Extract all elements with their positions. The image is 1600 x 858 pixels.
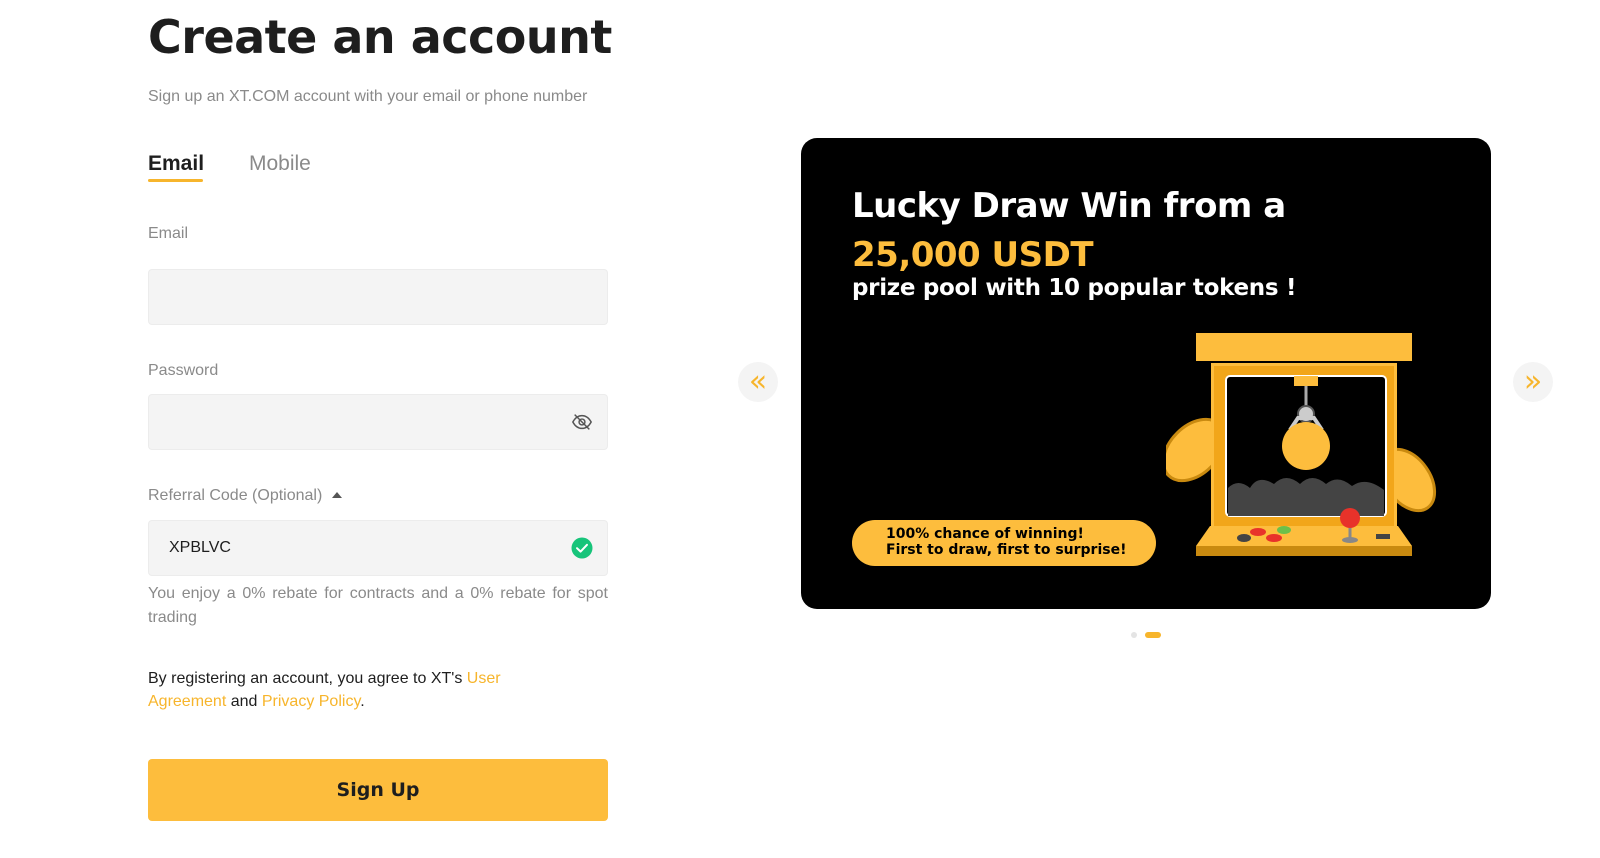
double-chevron-right-icon: » [1523, 364, 1543, 399]
carousel-dot-2-active[interactable] [1145, 632, 1161, 638]
carousel-dot-1[interactable] [1131, 632, 1137, 638]
agreement-prefix: By registering an account, you agree to … [148, 670, 467, 687]
referral-label: Referral Code (Optional) [148, 487, 323, 504]
banner-pill: 100% chance of winning! First to draw, f… [852, 520, 1156, 566]
sign-up-button[interactable]: Sign Up [148, 759, 608, 821]
promo-banner[interactable]: Lucky Draw Win from a 25,000 USDT prize … [801, 138, 1491, 609]
check-circle-icon [571, 537, 593, 559]
double-chevron-left-icon: « [748, 364, 768, 399]
banner-prize-description: prize pool with 10 popular tokens ! [852, 275, 1297, 301]
agreement-text: By registering an account, you agree to … [148, 667, 528, 713]
password-label: Password [148, 362, 219, 379]
page-subtitle: Sign up an XT.COM account with your emai… [148, 88, 588, 105]
referral-label-row: Referral Code (Optional) [148, 487, 343, 505]
carousel-next-button[interactable]: » [1513, 362, 1553, 402]
password-input[interactable] [149, 395, 569, 449]
banner-pill-line2: First to draw, first to surprise! [886, 542, 1127, 558]
banner-pill-line1: 100% chance of winning! [886, 526, 1084, 542]
rebate-text: You enjoy a 0% rebate for contracts and … [148, 585, 608, 626]
carousel-prev-button[interactable]: « [738, 362, 778, 402]
banner-headline: Lucky Draw Win from a [852, 186, 1286, 226]
referral-field-wrapper [148, 520, 608, 576]
eye-off-icon[interactable] [571, 411, 593, 433]
agreement-and: and [226, 693, 262, 710]
email-field-wrapper [148, 269, 608, 325]
claw-machine-illustration [1166, 333, 1437, 556]
privacy-policy-link[interactable]: Privacy Policy [262, 693, 360, 710]
referral-code-input[interactable] [149, 521, 569, 575]
email-label: Email [148, 225, 189, 242]
tab-mobile[interactable]: Mobile [249, 152, 311, 176]
active-tab-indicator [148, 179, 203, 182]
banner-prize-amount: 25,000 USDT [852, 235, 1094, 275]
agreement-suffix: . [360, 693, 365, 710]
page-title: Create an account [148, 10, 612, 64]
password-field-wrapper [148, 394, 608, 450]
email-input[interactable] [149, 270, 569, 324]
tab-email[interactable]: Email [148, 152, 204, 176]
caret-up-icon[interactable] [332, 492, 343, 498]
